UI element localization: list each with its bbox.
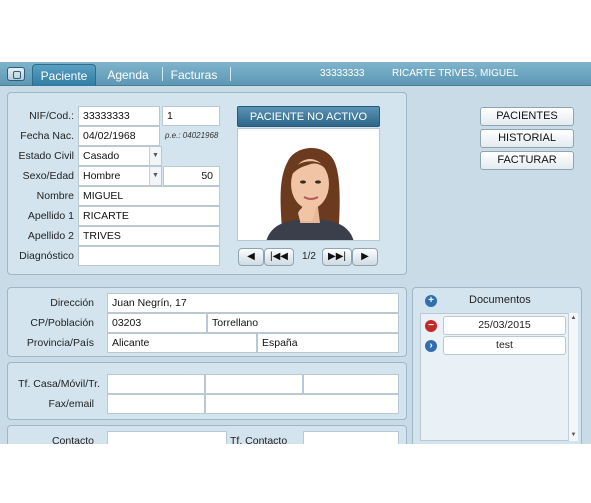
birth-date-label: Fecha Nac.	[20, 130, 74, 142]
arrow-left-icon: ◀	[247, 251, 255, 262]
fax-field[interactable]	[107, 394, 205, 414]
country-field[interactable]: España	[257, 333, 399, 353]
home-phone-field[interactable]	[107, 374, 205, 394]
surname2-field[interactable]: TRIVES	[78, 226, 220, 246]
scroll-down-icon[interactable]: ▼	[569, 431, 578, 440]
add-document-icon[interactable]: +	[425, 295, 437, 307]
mobile-phone-field[interactable]	[205, 374, 303, 394]
nif-field[interactable]: 33333333	[78, 106, 160, 126]
first-photo-button[interactable]: |◀◀	[264, 248, 294, 266]
sex-value: Hombre	[83, 170, 121, 182]
window-menu-icon[interactable]	[7, 67, 25, 81]
civil-status-label: Estado Civil	[18, 150, 74, 162]
phones-label: Tf. Casa/Móvil/Tr.	[18, 378, 100, 390]
arrow-right-icon: ▶	[361, 251, 369, 262]
province-field[interactable]: Alicante	[107, 333, 257, 353]
surname1-field[interactable]: RICARTE	[78, 206, 220, 226]
birth-date-field[interactable]: 04/02/1968	[78, 126, 160, 146]
contact-phone-field[interactable]	[303, 431, 399, 444]
patient-window: Paciente Agenda Facturas 33333333 RICART…	[0, 62, 591, 444]
diagnosis-field[interactable]	[78, 246, 220, 266]
work-phone-field[interactable]	[303, 374, 399, 394]
chevron-down-icon[interactable]: ▼	[149, 147, 161, 165]
documents-title: Documentos	[469, 294, 531, 306]
nif-label: NIF/Cod.:	[29, 110, 74, 122]
facturar-button[interactable]: FACTURAR	[480, 151, 574, 170]
chevron-down-icon[interactable]: ▼	[149, 167, 161, 185]
email-field[interactable]	[205, 394, 399, 414]
patient-status-button[interactable]: PACIENTE NO ACTIVO	[237, 106, 380, 127]
skip-forward-icon: ▶▶|	[328, 251, 346, 262]
historial-button[interactable]: HISTORIAL	[480, 129, 574, 148]
age-field[interactable]: 50	[163, 166, 220, 186]
surname1-label: Apellido 1	[27, 210, 74, 222]
last-photo-button[interactable]: ▶▶|	[322, 248, 352, 266]
documents-scrollbar[interactable]: ▲ ▼	[568, 313, 578, 441]
code-field[interactable]: 1	[162, 106, 220, 126]
contact-field[interactable]	[107, 431, 227, 444]
name-field[interactable]: MIGUEL	[78, 186, 220, 206]
remove-document-icon[interactable]: −	[425, 320, 437, 332]
street-field[interactable]: Juan Negrín, 17	[107, 293, 399, 313]
diagnosis-label: Diagnóstico	[19, 250, 74, 262]
contact-label: Contacto	[51, 435, 94, 444]
scroll-up-icon[interactable]: ▲	[569, 314, 578, 323]
photo-page-indicator: 1/2	[302, 251, 316, 262]
header-patient-name: RICARTE TRIVES, MIGUEL	[392, 68, 519, 79]
city-field[interactable]: Torrellano	[207, 313, 399, 333]
tab-paciente[interactable]: Paciente	[32, 64, 96, 86]
sex-select[interactable]: Hombre ▼	[78, 166, 162, 186]
open-document-icon[interactable]: ›	[425, 340, 437, 352]
contact-phone-label: Tf. Contacto	[230, 435, 288, 444]
tab-facturas[interactable]: Facturas	[166, 64, 222, 86]
tab-separator	[230, 67, 231, 81]
tab-separator	[162, 67, 163, 81]
header-patient-id: 33333333	[320, 68, 365, 79]
fax-email-label: Fax/email	[48, 398, 94, 410]
document-item[interactable]: 25/03/2015	[443, 316, 566, 335]
document-item[interactable]: test	[443, 336, 566, 355]
civil-status-select[interactable]: Casado ▼	[78, 146, 162, 166]
birth-date-hint: p.e.: 04021968	[165, 131, 219, 140]
patient-photo[interactable]	[237, 128, 380, 241]
surname2-label: Apellido 2	[27, 230, 74, 242]
postal-code-field[interactable]: 03203	[107, 313, 207, 333]
address-label: Dirección	[50, 297, 94, 309]
tab-agenda[interactable]: Agenda	[100, 64, 156, 86]
civil-status-value: Casado	[83, 150, 120, 162]
patient-portrait-image	[238, 129, 379, 240]
pacientes-button[interactable]: PACIENTES	[480, 107, 574, 126]
tab-bar: Paciente Agenda Facturas 33333333 RICART…	[0, 62, 591, 86]
province-country-label: Provincia/País	[26, 337, 94, 349]
previous-photo-button[interactable]: ◀	[238, 248, 264, 266]
sex-age-label: Sexo/Edad	[22, 170, 74, 182]
name-label: Nombre	[36, 190, 74, 202]
skip-back-icon: |◀◀	[270, 251, 288, 262]
next-photo-button[interactable]: ▶	[352, 248, 378, 266]
cp-city-label: CP/Población	[30, 317, 94, 329]
